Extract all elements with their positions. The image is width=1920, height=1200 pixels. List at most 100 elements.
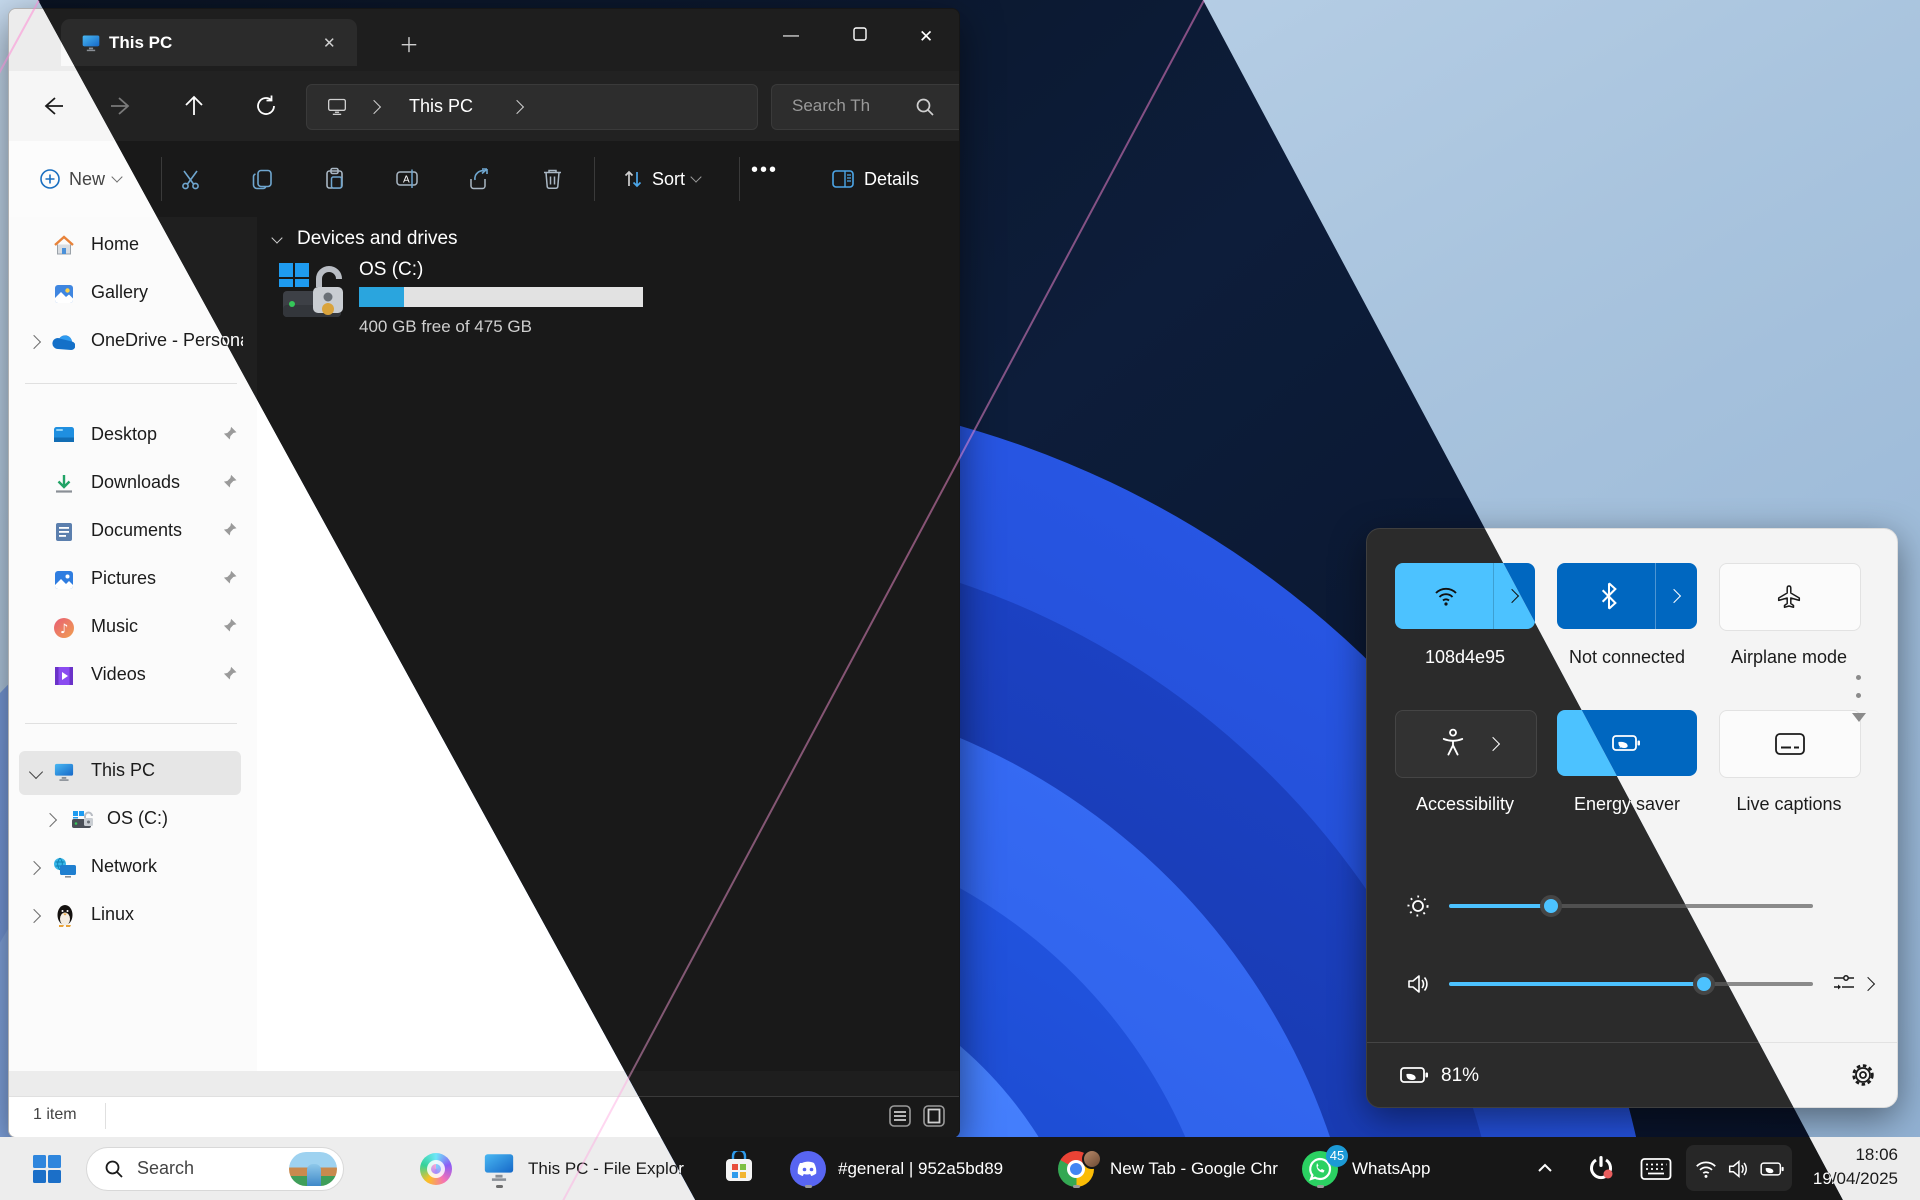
desktop-screen: This PC ✕ ＋ — ✕ This PC — [0, 0, 1920, 1200]
sidebar-item-videos[interactable]: Videos — [9, 655, 257, 699]
bluetooth-toggle[interactable] — [1557, 563, 1697, 629]
tab-close-icon[interactable]: ✕ — [323, 34, 336, 52]
paste-icon[interactable] — [323, 167, 346, 190]
expander-chevron-icon[interactable] — [29, 765, 43, 779]
large-icons-view-toggle-icon[interactable] — [921, 1103, 947, 1129]
expander-chevron-icon[interactable] — [27, 335, 41, 349]
wifi-icon — [1433, 583, 1459, 609]
share-icon[interactable] — [467, 167, 491, 191]
new-button[interactable]: New — [29, 159, 141, 199]
copilot-icon[interactable] — [420, 1153, 452, 1185]
chevron-down-icon — [111, 171, 122, 182]
documents-icon — [53, 521, 75, 543]
search-icon — [103, 1158, 125, 1180]
sidebar-item-pictures[interactable]: Pictures — [9, 559, 257, 603]
airplane-mode-toggle[interactable] — [1719, 563, 1861, 631]
qs-page-dot[interactable] — [1856, 675, 1861, 680]
tray-vpn-icon[interactable] — [1586, 1153, 1616, 1183]
taskbar-chrome-button[interactable] — [1058, 1151, 1098, 1191]
back-icon[interactable] — [39, 93, 65, 119]
sort-button-label: Sort — [652, 169, 685, 190]
minimize-button[interactable]: — — [779, 27, 803, 45]
tray-chevron-up-icon[interactable] — [1536, 1161, 1554, 1175]
bluetooth-label: Not connected — [1547, 647, 1707, 668]
more-options-icon[interactable]: ••• — [751, 159, 778, 182]
wifi-expand-chevron-icon[interactable] — [1505, 589, 1519, 603]
taskbar-file-explorer-button[interactable] — [482, 1151, 518, 1191]
up-icon[interactable] — [181, 93, 207, 119]
new-tab-plus-icon[interactable]: ＋ — [399, 29, 419, 58]
sidebar-item-music[interactable]: ♪ Music — [9, 607, 257, 651]
qs-page-dot[interactable] — [1856, 693, 1861, 698]
brightness-slider-thumb[interactable] — [1540, 895, 1562, 917]
sidebar-item-label: Gallery — [91, 282, 148, 303]
expander-chevron-icon[interactable] — [27, 909, 41, 923]
taskbar-discord-button[interactable] — [790, 1151, 828, 1191]
forward-icon[interactable] — [109, 93, 135, 119]
volume-icon — [1405, 971, 1431, 997]
volume-slider-thumb[interactable] — [1693, 973, 1715, 995]
tray-touch-keyboard-icon[interactable] — [1640, 1157, 1672, 1181]
taskbar-whatsapp-label[interactable]: WhatsApp — [1352, 1159, 1444, 1179]
taskbar-search-box[interactable]: Search — [86, 1147, 344, 1191]
live-captions-button[interactable] — [1719, 710, 1861, 778]
drive-icon — [71, 810, 95, 830]
toolbar-divider — [739, 157, 740, 201]
rename-icon[interactable]: A — [395, 167, 419, 191]
sidebar-item-os-c[interactable]: OS (C:) — [9, 799, 257, 843]
expander-chevron-icon[interactable] — [27, 861, 41, 875]
running-indicator — [1073, 1185, 1080, 1188]
drive-name: OS (C:) — [359, 259, 423, 281]
taskbar-whatsapp-button[interactable]: 45 — [1302, 1151, 1342, 1191]
taskbar-chrome-label[interactable]: New Tab - Google Chr — [1110, 1159, 1292, 1179]
bluetooth-expand-chevron-icon[interactable] — [1667, 589, 1681, 603]
copy-icon[interactable] — [251, 168, 274, 191]
sidebar-item-this-pc[interactable]: This PC — [19, 751, 241, 795]
breadcrumb[interactable]: This PC — [306, 84, 758, 130]
tray-quick-settings-group[interactable] — [1686, 1145, 1792, 1191]
accessibility-button[interactable] — [1395, 710, 1537, 778]
qs-page-down-arrow-icon[interactable] — [1852, 713, 1866, 722]
search-icon[interactable] — [914, 96, 936, 118]
sidebar-item-label: Home — [91, 234, 139, 255]
close-window-button[interactable]: ✕ — [919, 27, 933, 47]
sidebar-item-linux[interactable]: Linux — [9, 895, 257, 939]
drive-tile-os-c[interactable]: OS (C:) 400 GB free of 475 GB — [269, 257, 659, 353]
section-devices-and-drives[interactable]: Devices and drives — [265, 227, 665, 255]
drive-capacity-bar — [359, 287, 643, 307]
audio-output-icon[interactable] — [1831, 970, 1857, 996]
gallery-icon — [53, 283, 75, 305]
search-box[interactable]: Search Th — [771, 84, 960, 130]
new-button-label: New — [69, 169, 105, 190]
toolbar-divider — [594, 157, 595, 201]
start-button[interactable] — [32, 1154, 62, 1184]
accessibility-expand-chevron-icon[interactable] — [1486, 737, 1500, 751]
details-pane-button[interactable]: Details — [831, 159, 951, 199]
sidebar-item-documents[interactable]: Documents — [9, 511, 257, 555]
details-view-toggle-icon[interactable] — [887, 1103, 913, 1129]
sidebar-item-network[interactable]: Network — [9, 847, 257, 891]
delete-icon[interactable] — [541, 167, 564, 190]
taskbar-discord-label[interactable]: #general | 952a5bd89 — [838, 1159, 1038, 1179]
taskbar-store-button[interactable] — [722, 1151, 760, 1191]
desktop-icon — [53, 426, 75, 446]
maximize-button[interactable] — [849, 23, 871, 45]
split-divider — [1493, 563, 1494, 629]
audio-output-chevron-icon[interactable] — [1861, 977, 1875, 991]
breadcrumb-this-pc[interactable]: This PC — [409, 96, 473, 117]
monitor-icon — [53, 762, 75, 782]
refresh-icon[interactable] — [253, 93, 279, 119]
section-collapse-chevron-icon[interactable] — [271, 232, 282, 243]
running-indicator — [1317, 1185, 1324, 1188]
sidebar-item-downloads[interactable]: Downloads — [9, 463, 257, 507]
explorer-tab-this-pc[interactable]: This PC ✕ — [61, 19, 357, 66]
whatsapp-badge: 45 — [1326, 1145, 1348, 1167]
sort-button[interactable]: Sort — [613, 159, 731, 199]
taskbar-file-explorer-label[interactable]: This PC - File Explor — [528, 1159, 690, 1179]
expander-chevron-icon[interactable] — [43, 813, 57, 827]
settings-gear-icon[interactable] — [1849, 1061, 1877, 1089]
bluetooth-icon — [1597, 582, 1621, 610]
search-highlight-image[interactable] — [289, 1152, 337, 1186]
sidebar-item-desktop[interactable]: Desktop — [9, 415, 257, 459]
cut-icon[interactable] — [179, 168, 202, 191]
